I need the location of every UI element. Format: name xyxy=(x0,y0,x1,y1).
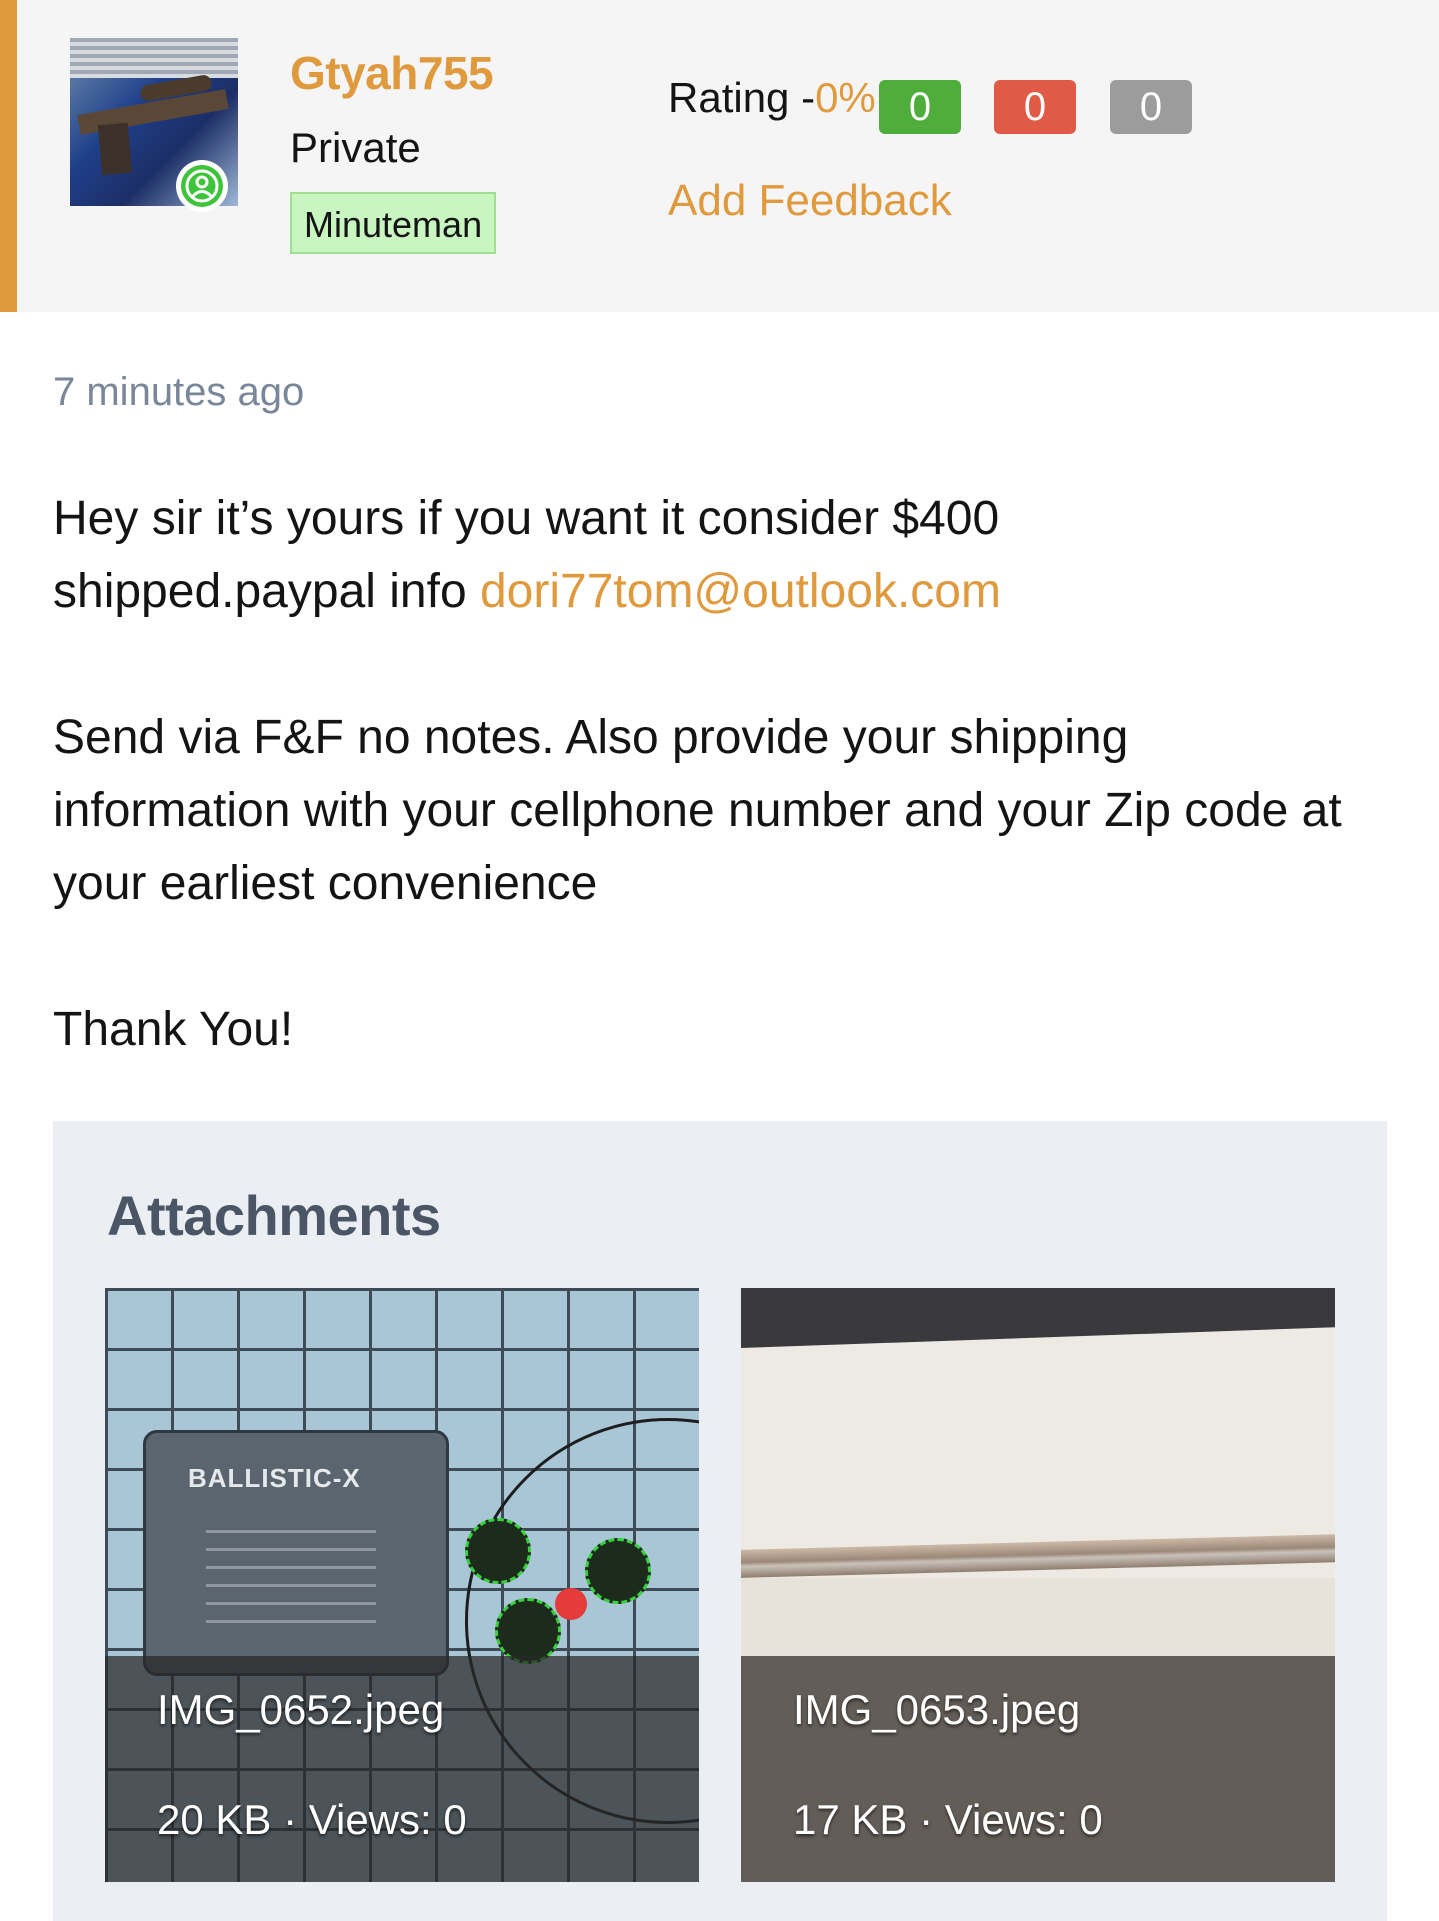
attachment-info: IMG_0652.jpeg 20 KB · Views: 0 xyxy=(105,1656,699,1882)
attachments-panel: Attachments BALLISTIC-X IMG_0652.jpeg 20… xyxy=(53,1121,1387,1921)
attachment-thumbnail[interactable]: BALLISTIC-X IMG_0652.jpeg 20 KB · Views:… xyxy=(105,1288,699,1882)
rating-percent: 0% xyxy=(815,74,876,121)
negative-feedback-count[interactable]: 0 xyxy=(994,80,1076,134)
attachment-info: IMG_0653.jpeg 17 KB · Views: 0 xyxy=(741,1656,1335,1882)
message-line: Hey sir it’s yours if you want it consid… xyxy=(53,492,1000,545)
user-title-badge: Minuteman xyxy=(290,192,497,254)
message-text: shipped.paypal info xyxy=(53,565,480,618)
attachment-thumbnail[interactable]: IMG_0653.jpeg 17 KB · Views: 0 xyxy=(741,1288,1335,1882)
message-paragraph: Send via F&F no notes. Also provide your… xyxy=(53,711,1342,910)
attachments-title: Attachments xyxy=(107,1184,441,1247)
attachment-meta: 17 KB · Views: 0 xyxy=(793,1796,1103,1843)
positive-feedback-count[interactable]: 0 xyxy=(879,80,961,134)
message-closing: Thank You! xyxy=(53,1003,294,1056)
rating-label: Rating -0% xyxy=(668,74,876,122)
message-line: shipped.paypal info dori77tom@outlook.co… xyxy=(53,555,1353,628)
neutral-feedback-count[interactable]: 0 xyxy=(1110,80,1192,134)
attachment-meta: 20 KB · Views: 0 xyxy=(157,1796,467,1843)
attachment-filename[interactable]: IMG_0652.jpeg xyxy=(157,1686,444,1734)
attachment-filename[interactable]: IMG_0653.jpeg xyxy=(793,1686,1080,1734)
email-link[interactable]: dori77tom@outlook.com xyxy=(480,565,1001,618)
rating-prefix: Rating - xyxy=(668,74,816,121)
post-author-header: Gtyah755 Private Minuteman Rating -0% 0 … xyxy=(0,0,1439,312)
user-rank: Private xyxy=(290,124,421,171)
post-timestamp[interactable]: 7 minutes ago xyxy=(53,370,304,415)
thumb-brand-text: BALLISTIC-X xyxy=(188,1463,361,1493)
accent-bar xyxy=(0,0,17,312)
add-feedback-link[interactable]: Add Feedback xyxy=(668,176,952,226)
post-message: Hey sir it’s yours if you want it consid… xyxy=(53,482,1353,1066)
user-circle-icon xyxy=(176,160,228,212)
username-link[interactable]: Gtyah755 xyxy=(290,46,494,100)
